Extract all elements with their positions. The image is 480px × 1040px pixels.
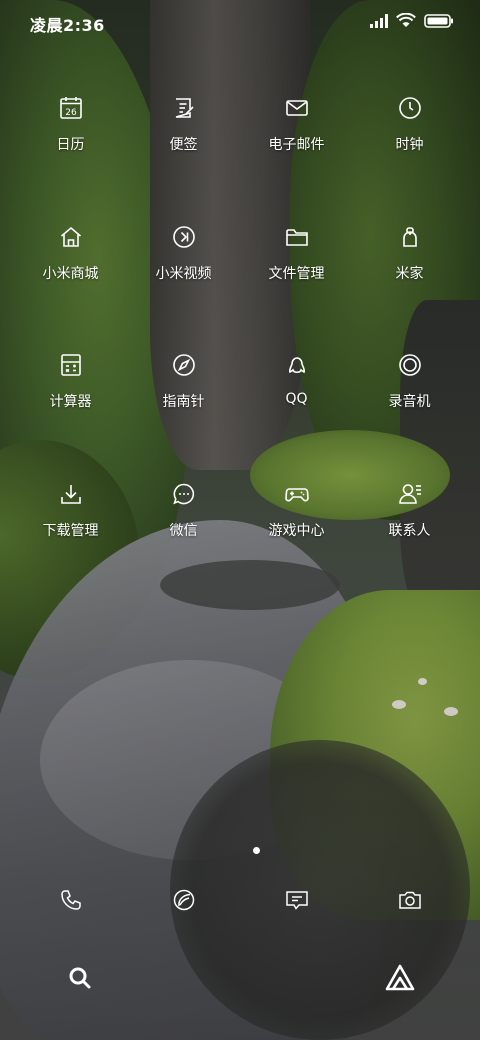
app-clock[interactable]: 时钟	[353, 90, 466, 219]
app-label: 游戏中心	[268, 522, 325, 539]
app-grid: 26 日历 便签 电子邮件 时钟 小米商城 小米视频 文件管理 米家 计算器 指…	[14, 90, 466, 604]
store-icon	[57, 223, 85, 251]
phone-icon	[57, 886, 85, 914]
app-label: 时钟	[395, 137, 424, 153]
app-label: 小米视频	[155, 265, 212, 282]
gamepad-icon	[283, 480, 311, 508]
calendar-icon-date: 26	[65, 108, 77, 118]
assistant-icon[interactable]	[384, 963, 416, 993]
app-label: QQ	[285, 391, 308, 407]
compass-icon	[170, 351, 198, 379]
app-qq[interactable]: QQ	[240, 347, 353, 476]
app-row: 26 日历 便签 电子邮件 时钟	[14, 90, 466, 219]
email-icon	[283, 94, 311, 122]
dock-browser[interactable]	[127, 884, 240, 914]
search-icon[interactable]	[66, 964, 94, 992]
app-recorder[interactable]: 录音机	[353, 347, 466, 476]
app-mi-video[interactable]: 小米视频	[127, 219, 240, 348]
dock-messages[interactable]	[240, 884, 353, 914]
video-icon	[170, 223, 198, 251]
app-label: 便签	[169, 137, 198, 153]
download-icon	[57, 480, 85, 508]
camera-icon	[396, 886, 424, 914]
app-label: 联系人	[388, 522, 431, 539]
app-compass[interactable]: 指南针	[127, 347, 240, 476]
status-bar: 凌晨2:36	[0, 0, 480, 46]
notes-icon	[170, 94, 198, 122]
app-contacts[interactable]: 联系人	[353, 476, 466, 605]
wechat-icon	[170, 480, 198, 508]
messages-icon	[283, 886, 311, 914]
contacts-icon	[396, 480, 424, 508]
app-label: 小米商城	[42, 265, 99, 282]
app-mijia[interactable]: 米家	[353, 219, 466, 348]
app-wechat[interactable]: 微信	[127, 476, 240, 605]
qq-icon	[283, 351, 311, 379]
app-email[interactable]: 电子邮件	[240, 90, 353, 219]
recorder-icon	[396, 351, 424, 379]
app-label: 指南针	[162, 394, 205, 410]
app-label: 米家	[395, 265, 424, 282]
app-mi-store[interactable]: 小米商城	[14, 219, 127, 348]
dock-camera[interactable]	[353, 884, 466, 914]
wifi-icon	[396, 12, 416, 32]
page-indicator-dot[interactable]	[253, 847, 260, 854]
app-label: 下载管理	[42, 522, 99, 539]
battery-icon	[424, 13, 454, 32]
browser-icon	[170, 886, 198, 914]
app-calculator[interactable]: 计算器	[14, 347, 127, 476]
mijia-icon	[396, 223, 424, 251]
status-clock: 凌晨2:36	[30, 16, 105, 35]
app-label: 录音机	[388, 394, 431, 410]
app-label: 微信	[169, 522, 198, 539]
dock-phone[interactable]	[14, 884, 127, 914]
calculator-icon	[57, 351, 85, 379]
app-row: 小米商城 小米视频 文件管理 米家	[14, 219, 466, 348]
clock-icon	[396, 94, 424, 122]
app-file-manager[interactable]: 文件管理	[240, 219, 353, 348]
app-row: 下载管理 微信 游戏中心 联系人	[14, 476, 466, 605]
app-label: 日历	[56, 137, 85, 153]
signal-icon	[370, 13, 388, 32]
app-label: 计算器	[49, 394, 92, 410]
folder-icon	[283, 223, 311, 251]
app-label: 电子邮件	[268, 137, 325, 153]
bottom-bar	[0, 958, 480, 998]
app-notes[interactable]: 便签	[127, 90, 240, 219]
dock	[14, 884, 466, 914]
app-calendar[interactable]: 26 日历	[14, 90, 127, 219]
app-downloads[interactable]: 下载管理	[14, 476, 127, 605]
app-label: 文件管理	[268, 265, 325, 282]
app-row: 计算器 指南针 QQ 录音机	[14, 347, 466, 476]
app-game-center[interactable]: 游戏中心	[240, 476, 353, 605]
calendar-icon: 26	[57, 94, 85, 122]
